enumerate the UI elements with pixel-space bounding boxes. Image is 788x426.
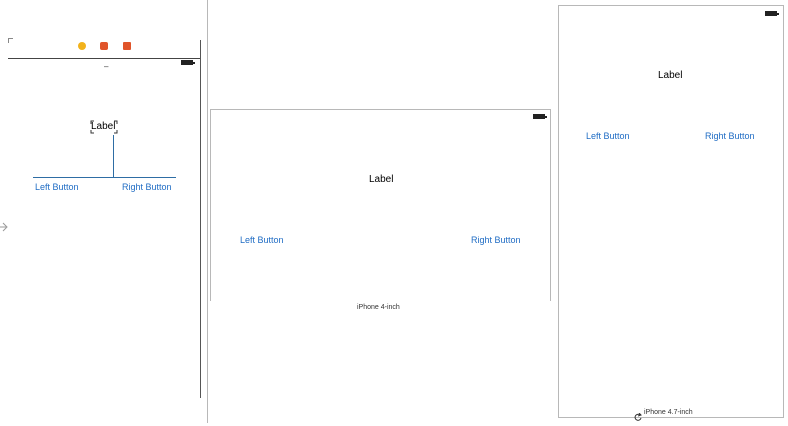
view-controller-icon[interactable] — [78, 42, 86, 50]
preview-left-button[interactable]: Left Button — [240, 235, 284, 245]
device-caption-4inch: iPhone 4-inch — [357, 304, 400, 311]
exit-icon[interactable] — [123, 42, 131, 50]
editor-right-border — [200, 40, 201, 398]
assistant-divider[interactable] — [207, 0, 208, 423]
first-responder-icon[interactable] — [100, 42, 108, 50]
scene-top-divider — [8, 58, 200, 59]
preview-label: Label — [369, 174, 394, 185]
preview-left-button[interactable]: Left Button — [586, 131, 630, 141]
segue-arrow-icon[interactable] — [0, 220, 8, 234]
battery-icon — [533, 114, 547, 119]
rotate-icon[interactable] — [634, 408, 642, 421]
left-button[interactable]: Left Button — [35, 182, 79, 192]
vertical-constraint[interactable] — [113, 135, 114, 177]
scene-title-dash: – — [104, 62, 109, 71]
preview-label: Label — [658, 70, 683, 81]
device-caption-47inch: iPhone 4.7-inch — [644, 409, 693, 416]
editor-scene[interactable]: – Label Left Button Right Button — [8, 38, 200, 398]
selected-label[interactable]: Label — [90, 120, 118, 134]
right-button[interactable]: Right Button — [122, 182, 172, 192]
preview-right-button[interactable]: Right Button — [705, 131, 755, 141]
preview-iphone-4inch[interactable]: Label Left Button Right Button — [210, 109, 551, 301]
battery-icon — [765, 11, 779, 16]
preview-right-button[interactable]: Right Button — [471, 235, 521, 245]
battery-icon — [181, 60, 195, 65]
preview-iphone-47inch[interactable]: Label Left Button Right Button iPhone 4.… — [558, 5, 784, 421]
scene-dock — [78, 41, 138, 53]
horizontal-constraint[interactable] — [33, 177, 176, 178]
